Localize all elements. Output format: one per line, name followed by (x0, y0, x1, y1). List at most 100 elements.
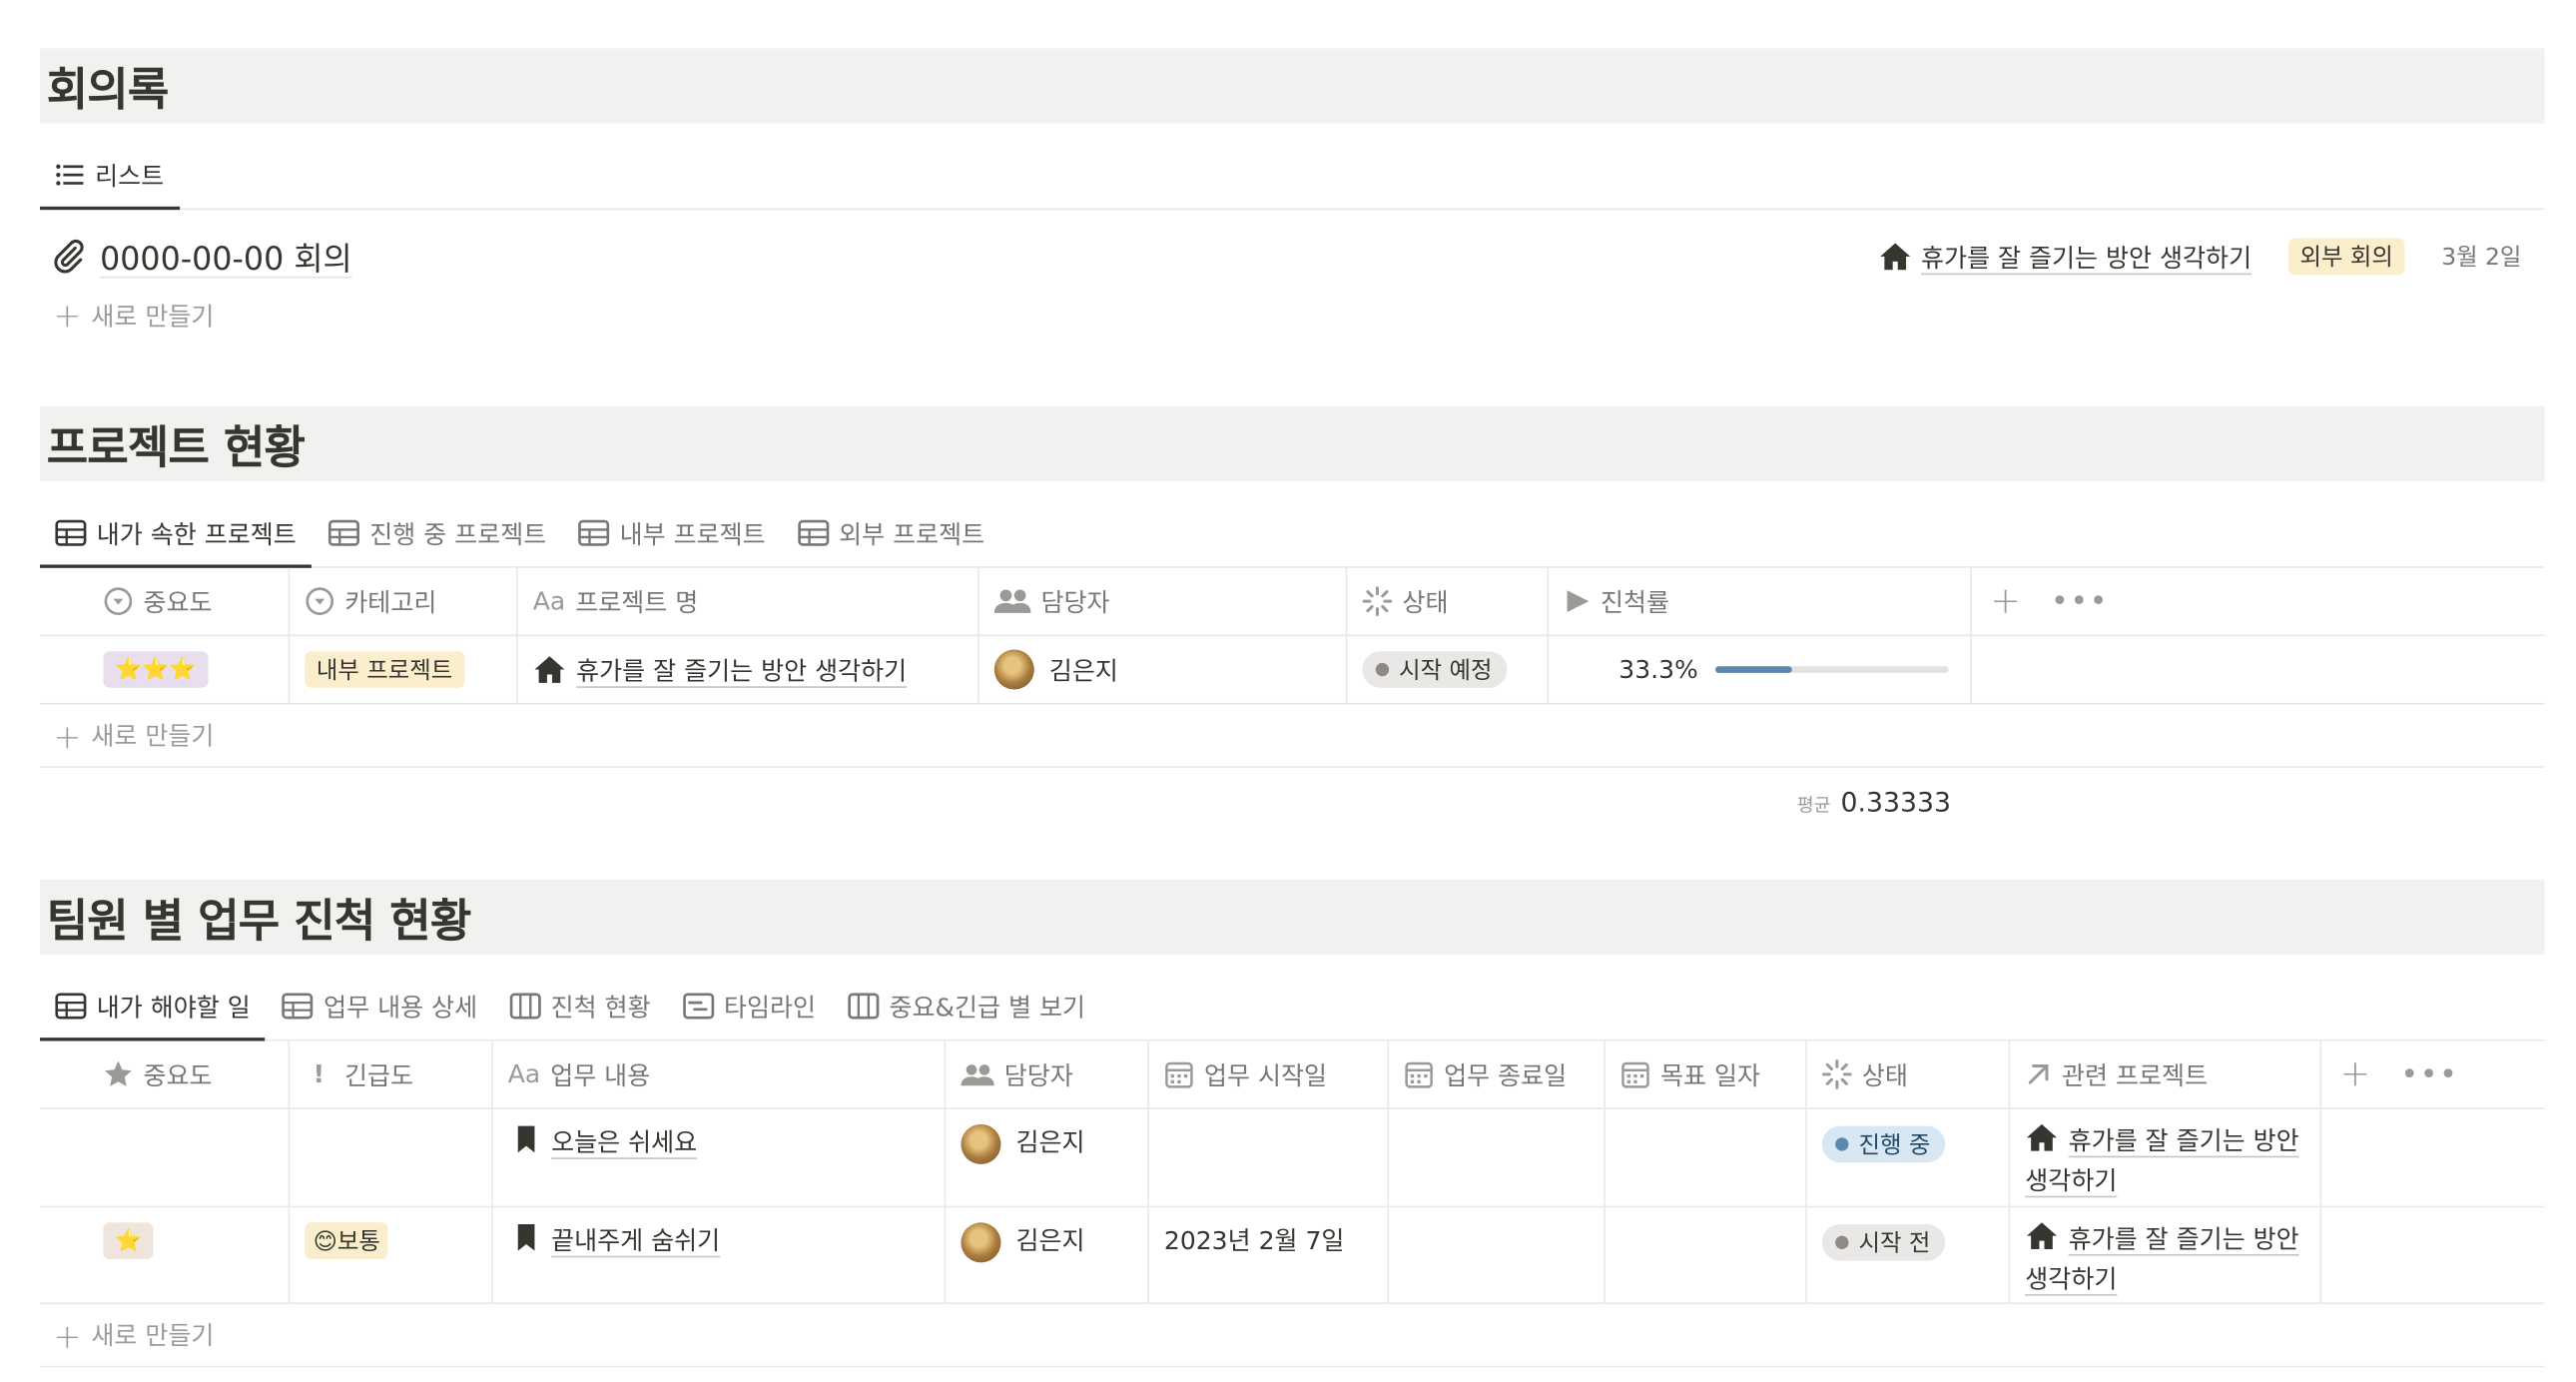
projects-table: 중요도 카테고리 Aa 프로젝트 명 담당자 상태 진척률 + ••• ⭐⭐⭐ … (40, 567, 2545, 835)
tab-my-projects[interactable]: 내가 속한 프로젝트 (40, 499, 312, 568)
col-related-project[interactable]: 관련 프로젝트 (2010, 1040, 2322, 1108)
meetings-tabs: 리스트 (40, 123, 2545, 211)
tasks-new-button[interactable]: + 새로 만들기 (40, 1304, 2545, 1368)
people-icon (961, 1063, 994, 1085)
projects-new-button[interactable]: + 새로 만들기 (40, 705, 2545, 768)
end-date-cell[interactable] (1389, 1108, 1606, 1206)
projects-title: 프로젝트 현황 (46, 422, 306, 475)
status-label: 진행 중 (1858, 1132, 1931, 1159)
col-label: 긴급도 (344, 1059, 414, 1090)
related-project-link[interactable]: 휴가를 잘 즐기는 방안 생각하기 (2025, 1126, 2298, 1196)
tab-external-projects[interactable]: 외부 프로젝트 (782, 499, 999, 566)
col-content[interactable]: Aa 업무 내용 (493, 1040, 947, 1108)
owner-name: 김은지 (1015, 1127, 1085, 1158)
task-content-link[interactable]: 오늘은 쉬세요 (551, 1124, 697, 1159)
importance-cell[interactable]: ⭐ (40, 1207, 291, 1303)
tab-active-projects[interactable]: 진행 중 프로젝트 (313, 499, 561, 566)
table-row[interactable]: 오늘은 쉬세요 김은지 진행 중 휴가를 잘 즐기는 방안 생각하기 (40, 1108, 2545, 1208)
col-project-name[interactable]: Aa 프로젝트 명 (518, 567, 979, 635)
text-type-icon: Aa (532, 586, 566, 617)
col-label: 중요도 (143, 586, 213, 617)
col-label: 담당자 (1003, 1059, 1073, 1090)
related-project-link[interactable]: 휴가를 잘 즐기는 방안 생각하기 (2025, 1224, 2298, 1294)
home-icon (1879, 243, 1910, 271)
content-cell[interactable]: 끝내주게 숨쉬기 (493, 1207, 947, 1303)
meeting-project-link[interactable]: 휴가를 잘 즐기는 방안 생각하기 (1921, 239, 2252, 274)
col-start-date[interactable]: 업무 시작일 (1149, 1040, 1390, 1108)
col-importance[interactable]: 중요도 (40, 567, 291, 635)
table-row[interactable]: ⭐⭐⭐ 내부 프로젝트 휴가를 잘 즐기는 방안 생각하기 김은지 시작 예정 (40, 636, 2545, 705)
related-project-cell[interactable]: 휴가를 잘 즐기는 방안 생각하기 (2010, 1108, 2322, 1206)
col-owner[interactable]: 담당자 (946, 1040, 1149, 1108)
related-project-cell[interactable]: 휴가를 잘 즐기는 방안 생각하기 (2010, 1207, 2322, 1303)
col-label: 카테고리 (344, 586, 437, 617)
status-badge: 진행 중 (1821, 1125, 1946, 1163)
col-urgency[interactable]: ! 긴급도 (290, 1040, 493, 1108)
status-loader-icon (1362, 586, 1393, 616)
project-name-cell[interactable]: 휴가를 잘 즐기는 방안 생각하기 (518, 636, 979, 703)
status-loader-icon (1821, 1059, 1852, 1089)
target-date-cell[interactable] (1606, 1108, 1807, 1206)
select-icon (306, 587, 334, 615)
related-project[interactable]: 휴가를 잘 즐기는 방안 생각하기 (2025, 1121, 2304, 1201)
add-column-icon[interactable]: + (2340, 1053, 2371, 1095)
tab-timeline[interactable]: 타임라인 (667, 973, 831, 1039)
col-label: 관련 프로젝트 (2061, 1059, 2209, 1090)
meeting-title[interactable]: 0000-00-00 회의 (100, 234, 352, 279)
col-label: 상태 (1402, 586, 1449, 617)
end-date-cell[interactable] (1389, 1207, 1606, 1303)
content-cell[interactable]: 오늘은 쉬세요 (493, 1108, 947, 1206)
importance-tag: ⭐ (103, 1222, 154, 1260)
owner-cell[interactable]: 김은지 (979, 636, 1348, 703)
tab-priority-board[interactable]: 중요&긴급 별 보기 (833, 973, 1100, 1039)
tab-internal-projects[interactable]: 내부 프로젝트 (563, 499, 781, 566)
table-row[interactable]: ⭐ 😊보통 끝내주게 숨쉬기 김은지 2023년 2월 7일 시작 전 휴가를 … (40, 1207, 2545, 1305)
more-icon[interactable]: ••• (2400, 1056, 2458, 1091)
col-end-date[interactable]: 업무 종료일 (1389, 1040, 1606, 1108)
start-date-cell[interactable] (1149, 1108, 1390, 1206)
progress-cell[interactable]: 33.3% (1549, 636, 1972, 703)
meeting-tag: 외부 회의 (2287, 238, 2405, 276)
importance-cell[interactable] (40, 1108, 291, 1206)
more-icon[interactable]: ••• (2051, 584, 2109, 619)
related-project[interactable]: 휴가를 잘 즐기는 방안 생각하기 (2025, 1219, 2304, 1299)
target-date-cell[interactable] (1606, 1207, 1807, 1303)
importance-cell[interactable]: ⭐⭐⭐ (40, 636, 291, 703)
star-icon (105, 1060, 132, 1086)
status-cell[interactable]: 시작 예정 (1347, 636, 1550, 703)
tab-progress-board[interactable]: 진척 현황 (494, 973, 666, 1039)
list-item[interactable]: 0000-00-00 회의 휴가를 잘 즐기는 방안 생각하기 외부 회의 3월… (40, 210, 2545, 303)
status-cell[interactable]: 시작 전 (1807, 1207, 2011, 1303)
urgency-cell[interactable]: 😊보통 (290, 1207, 493, 1303)
urgency-cell[interactable] (290, 1108, 493, 1206)
table-header-row: 중요도 ! 긴급도 Aa 업무 내용 담당자 업무 시작일 업무 종료일 목표 … (40, 1040, 2545, 1109)
new-label: 새로 만들기 (91, 1320, 215, 1351)
calendar-icon (1405, 1061, 1433, 1088)
start-date-value: 2023년 2월 7일 (1163, 1225, 1345, 1256)
project-name-link[interactable]: 휴가를 잘 즐기는 방안 생각하기 (576, 652, 907, 687)
add-column-icon[interactable]: + (1990, 580, 2021, 622)
tab-list[interactable]: 리스트 (40, 142, 182, 211)
table-icon (797, 519, 829, 546)
tab-my-tasks[interactable]: 내가 해야할 일 (40, 973, 267, 1041)
category-cell[interactable]: 내부 프로젝트 (290, 636, 518, 703)
plus-icon: + (53, 1314, 82, 1355)
task-content-link[interactable]: 끝내주게 숨쉬기 (551, 1222, 720, 1257)
owner-cell[interactable]: 김은지 (946, 1207, 1149, 1303)
plus-icon: + (53, 715, 82, 756)
col-status[interactable]: 상태 (1807, 1040, 2011, 1108)
owner-cell[interactable]: 김은지 (946, 1108, 1149, 1206)
avatar (961, 1123, 1001, 1164)
tab-label: 내부 프로젝트 (619, 518, 766, 549)
col-target-date[interactable]: 목표 일자 (1606, 1040, 1807, 1108)
start-date-cell[interactable]: 2023년 2월 7일 (1149, 1207, 1390, 1303)
col-status[interactable]: 상태 (1347, 567, 1550, 635)
col-owner[interactable]: 담당자 (979, 567, 1348, 635)
tab-task-details[interactable]: 업무 내용 상세 (267, 973, 492, 1039)
col-progress[interactable]: 진척률 (1549, 567, 1972, 635)
average-calc[interactable]: 평균 0.33333 (1797, 785, 1951, 817)
status-cell[interactable]: 진행 중 (1807, 1108, 2011, 1206)
col-importance[interactable]: 중요도 (40, 1040, 291, 1108)
col-category[interactable]: 카테고리 (290, 567, 518, 635)
play-icon (1567, 590, 1590, 612)
